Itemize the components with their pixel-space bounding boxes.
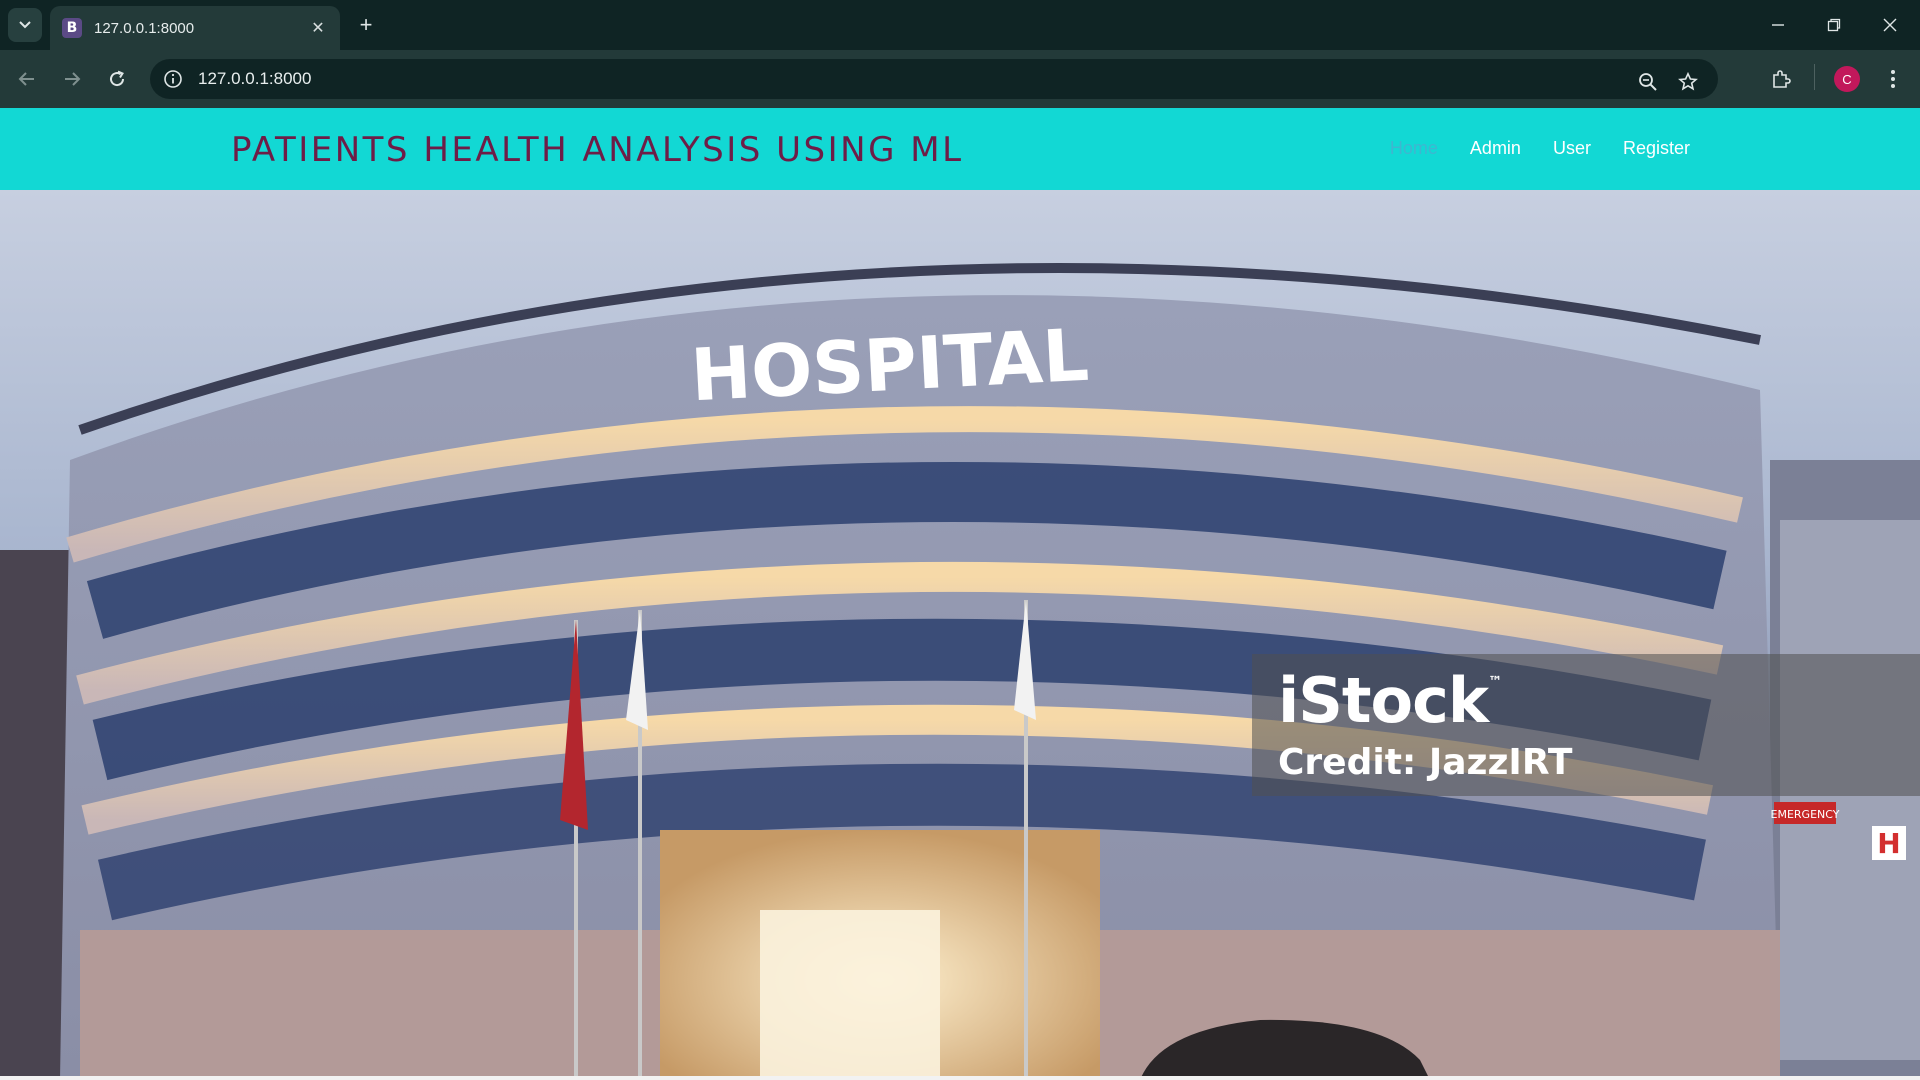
nav-link-register[interactable]: Register	[1623, 138, 1690, 159]
emergency-sign: EMERGENCY	[1771, 808, 1840, 821]
minimize-icon[interactable]	[1750, 0, 1806, 50]
istock-logo: iStock™	[1278, 664, 1502, 737]
browser-tabstrip: B 127.0.0.1:8000 ✕ +	[0, 0, 1920, 50]
window-close-icon[interactable]	[1862, 0, 1918, 50]
bookmark-star-icon[interactable]	[1672, 66, 1704, 98]
browser-tab[interactable]: B 127.0.0.1:8000 ✕	[50, 6, 340, 50]
trademark-symbol: ™	[1488, 674, 1502, 690]
back-icon[interactable]	[10, 62, 44, 96]
site-brand[interactable]: PATIENTS HEALTH ANALYSIS USING ML	[231, 130, 964, 170]
forward-icon[interactable]	[55, 62, 89, 96]
menu-dots-icon[interactable]	[1876, 62, 1910, 96]
site-info-icon[interactable]	[162, 68, 184, 90]
toolbar-divider	[1814, 64, 1815, 90]
hospital-building-illustration: HOSPITAL EMERGENCY H	[0, 263, 1920, 1080]
chevron-down-icon	[19, 21, 31, 29]
page-bottom-border	[0, 1076, 1920, 1080]
tab-search-button[interactable]	[8, 8, 42, 42]
nav-link-user[interactable]: User	[1553, 138, 1591, 159]
watermark-credit: Credit: JazzIRT	[1278, 742, 1573, 783]
tab-title: 127.0.0.1:8000	[94, 19, 195, 37]
url-text: 127.0.0.1:8000	[198, 69, 312, 88]
avatar: C	[1834, 66, 1860, 92]
tab-favicon: B	[62, 18, 82, 38]
istock-watermark: iStock™ Credit: JazzIRT	[1252, 654, 1920, 796]
address-bar[interactable]: 127.0.0.1:8000	[150, 59, 1718, 99]
reload-icon[interactable]	[100, 62, 134, 96]
zoom-icon[interactable]	[1632, 66, 1664, 98]
h-sign: H	[1877, 827, 1900, 860]
extensions-icon[interactable]	[1764, 62, 1798, 96]
nav-link-home[interactable]: Home	[1390, 138, 1438, 159]
restore-icon[interactable]	[1806, 0, 1862, 50]
hero-image: HOSPITAL EMERGENCY H iStock™ Credit: Jaz…	[0, 190, 1920, 1080]
nav-link-admin[interactable]: Admin	[1470, 138, 1521, 159]
site-navbar: PATIENTS HEALTH ANALYSIS USING ML Home A…	[0, 108, 1920, 190]
browser-toolbar: 127.0.0.1:8000 C	[0, 50, 1920, 108]
tab-close-icon[interactable]: ✕	[308, 18, 328, 38]
new-tab-icon[interactable]: +	[352, 12, 380, 40]
site-menu: Home Admin User Register	[1390, 138, 1690, 159]
profile-avatar[interactable]: C	[1830, 62, 1864, 96]
web-page: PATIENTS HEALTH ANALYSIS USING ML Home A…	[0, 108, 1920, 1080]
watermark-logo-text: iStock	[1278, 664, 1489, 737]
